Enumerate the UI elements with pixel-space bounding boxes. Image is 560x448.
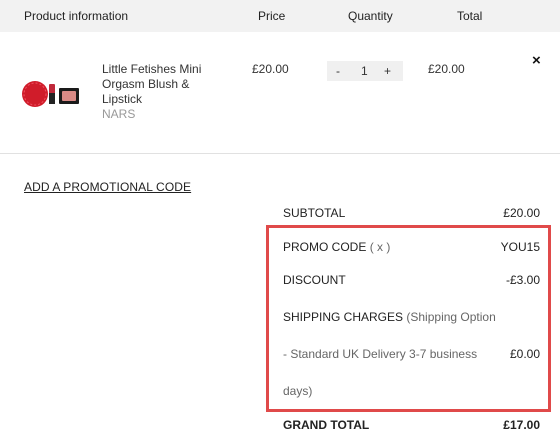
discount-value: -£3.00: [505, 273, 540, 287]
product-name[interactable]: Little Fetishes Mini Orgasm Blush & Lips…: [102, 62, 217, 107]
header-price: Price: [258, 9, 286, 23]
promo-code-label: PROMO CODE: [283, 240, 367, 254]
subtotal-value: £20.00: [503, 206, 540, 220]
quantity-increase-button[interactable]: +: [384, 64, 391, 78]
shipping-option-line-2: - Standard UK Delivery 3-7 business: [283, 347, 478, 361]
subtotal-label: SUBTOTAL: [283, 206, 346, 220]
grand-total-label: GRAND TOTAL: [283, 418, 370, 432]
promo-code-remove-button[interactable]: ( x ): [370, 240, 391, 254]
product-line-total: £20.00: [428, 62, 465, 76]
cart-item-row: Little Fetishes Mini Orgasm Blush & Lips…: [0, 32, 560, 154]
promo-code-value: YOU15: [500, 240, 540, 254]
product-thumbnail[interactable]: [19, 80, 81, 108]
discount-label: DISCOUNT: [283, 273, 346, 287]
header-product-information: Product information: [24, 9, 129, 23]
shipping-option-line-1: (Shipping Option: [406, 310, 496, 324]
shipping-charges-label-group: SHIPPING CHARGES (Shipping Option: [283, 310, 496, 324]
header-total: Total: [457, 9, 483, 23]
quantity-value[interactable]: 1: [361, 64, 368, 78]
grand-total-value: £17.00: [503, 418, 540, 432]
quantity-stepper: - 1 +: [327, 61, 403, 81]
add-promotional-code-link[interactable]: ADD A PROMOTIONAL CODE: [24, 180, 191, 194]
remove-item-icon[interactable]: ×: [532, 52, 541, 69]
shipping-charges-label: SHIPPING CHARGES: [283, 310, 404, 324]
promo-code-label-group: PROMO CODE ( x ): [283, 240, 390, 254]
quantity-decrease-button[interactable]: -: [336, 64, 340, 78]
product-price: £20.00: [252, 62, 289, 76]
header-quantity: Quantity: [348, 9, 393, 23]
cart-table-header: Product information Price Quantity Total: [0, 0, 560, 32]
shipping-charges-value: £0.00: [509, 347, 540, 361]
shipping-option-line-3: days): [283, 384, 313, 398]
product-brand: NARS: [102, 107, 136, 121]
